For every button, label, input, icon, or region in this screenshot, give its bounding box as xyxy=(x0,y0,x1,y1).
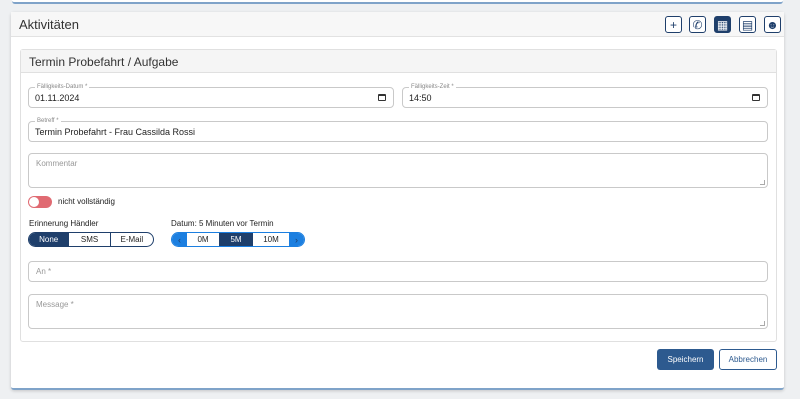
resize-handle-icon[interactable] xyxy=(760,321,765,326)
recipient-field[interactable]: An * xyxy=(28,261,768,282)
task-calendar-button[interactable]: ▤ xyxy=(739,16,756,33)
due-date-value: 01.11.2024 xyxy=(35,93,80,103)
chevron-right-icon[interactable]: › xyxy=(289,233,304,246)
save-button[interactable]: Speichern xyxy=(657,349,714,370)
due-time-label: Fälligkeits-Zeit * xyxy=(409,83,456,91)
time-picker-icon[interactable] xyxy=(752,94,760,101)
contact-card-icon: ☻ xyxy=(766,17,779,32)
completion-toggle[interactable] xyxy=(28,196,52,208)
toggle-knob xyxy=(29,197,39,207)
timing-selector: ‹ 0M 5M 10M › xyxy=(171,232,305,247)
due-date-label: Fälligkeits-Datum * xyxy=(35,83,90,91)
subject-value: Termin Probefahrt - Frau Cassilda Rossi xyxy=(35,127,196,137)
recipient-placeholder: An * xyxy=(36,267,52,276)
due-date-field[interactable]: Fälligkeits-Datum * 01.11.2024 xyxy=(28,83,394,108)
comment-field[interactable]: Kommentar xyxy=(28,153,768,188)
form-title: Termin Probefahrt / Aufgabe xyxy=(29,55,179,69)
subject-field[interactable]: Betreff * Termin Probefahrt - Frau Cassi… xyxy=(28,117,768,142)
reminder-option-email[interactable]: E-Mail xyxy=(111,233,153,246)
reminder-option-none[interactable]: None xyxy=(29,233,70,246)
card-header: Aktivitäten + ✆ ▦ ▤ ☻ xyxy=(11,12,784,37)
phone-call-icon: ✆ xyxy=(692,17,703,32)
timing-option-0m[interactable]: 0M xyxy=(187,233,220,246)
chevron-left-icon[interactable]: ‹ xyxy=(172,233,187,246)
add-button[interactable]: + xyxy=(665,16,682,33)
previous-card-edge xyxy=(12,0,783,4)
reminder-label: Erinnerung Händler xyxy=(29,219,99,228)
plus-icon: + xyxy=(669,17,677,32)
activities-card: Aktivitäten + ✆ ▦ ▤ ☻ Termin Probefahrt … xyxy=(11,12,784,390)
resize-handle-icon[interactable] xyxy=(760,180,765,185)
reminder-option-sms[interactable]: SMS xyxy=(69,233,111,246)
phone-call-button[interactable]: ✆ xyxy=(689,16,706,33)
timing-option-5m[interactable]: 5M xyxy=(220,233,253,246)
cancel-button[interactable]: Abbrechen xyxy=(719,349,777,370)
message-field[interactable]: Message * xyxy=(28,294,768,329)
completion-toggle-label: nicht vollständig xyxy=(58,197,115,206)
calendar-picker-icon[interactable] xyxy=(378,94,386,101)
due-time-field[interactable]: Fälligkeits-Zeit * 14:50 xyxy=(402,83,768,108)
timing-label: Datum: 5 Minuten vor Termin xyxy=(171,219,274,228)
due-time-value: 14:50 xyxy=(409,93,432,103)
message-placeholder: Message * xyxy=(36,300,74,309)
timing-option-10m[interactable]: 10M xyxy=(253,233,289,246)
form-header: Termin Probefahrt / Aufgabe xyxy=(21,50,776,73)
contact-button[interactable]: ☻ xyxy=(764,16,781,33)
calendar-button[interactable]: ▦ xyxy=(714,16,731,33)
comment-placeholder: Kommentar xyxy=(36,159,78,168)
reminder-selector: None SMS E-Mail xyxy=(28,232,154,247)
task-calendar-icon: ▤ xyxy=(741,17,754,32)
subject-label: Betreff * xyxy=(35,117,61,125)
calendar-icon: ▦ xyxy=(716,17,729,32)
card-title: Aktivitäten xyxy=(19,17,79,32)
